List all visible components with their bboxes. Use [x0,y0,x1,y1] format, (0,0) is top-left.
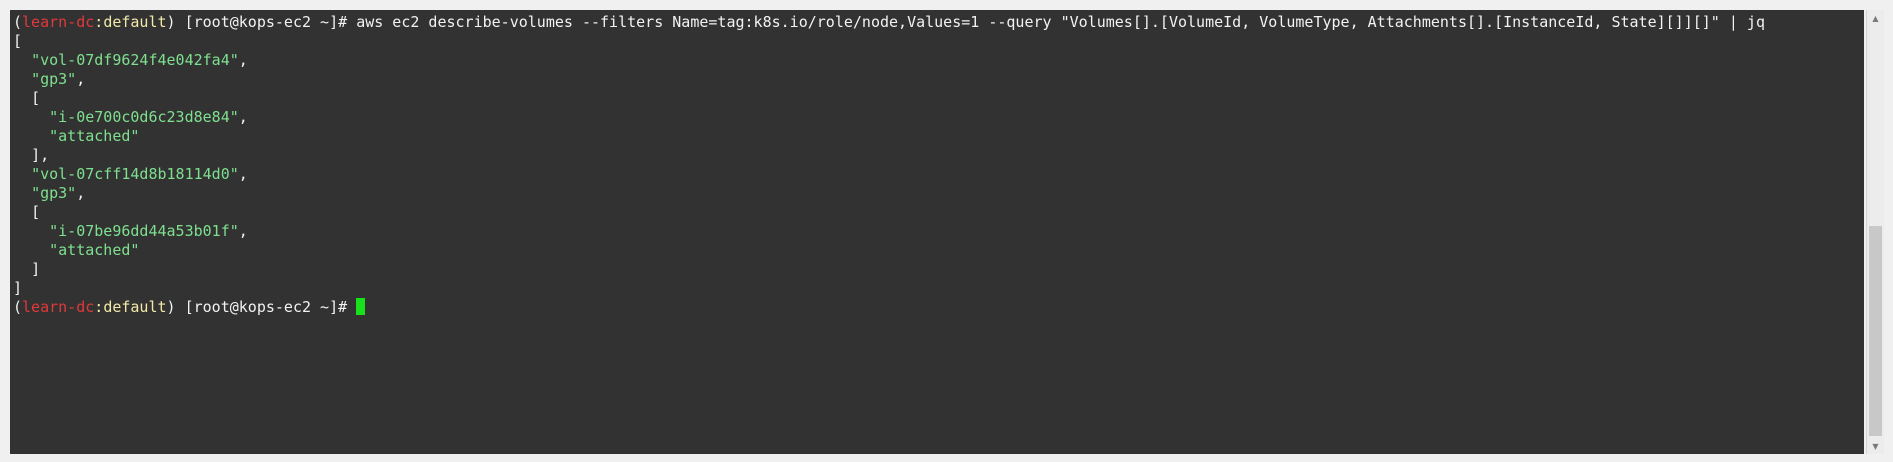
scroll-down-icon[interactable]: ▼ [1867,438,1884,454]
terminal-window: (learn-dc:default) [root@kops-ec2 ~]# aw… [0,0,1893,462]
prompt-namespace: default [103,298,167,316]
json-punctuation: [ [31,203,41,221]
json-line: [ [13,32,1864,51]
json-punctuation: ], [31,146,50,164]
json-line: ], [13,146,1864,165]
json-line: "gp3", [31,70,86,88]
json-string: "vol-07cff14d8b18114d0" [31,165,239,183]
json-line: "vol-07cff14d8b18114d0", [31,165,248,183]
prompt-open-paren: ( [13,13,23,31]
json-line: ] [13,260,1864,279]
text-cursor [356,298,366,315]
json-string: "gp3" [31,184,77,202]
prompt-context: learn-dc [22,298,95,316]
json-line: "i-07be96dd44a53b01f", [49,222,248,240]
json-string: "attached" [49,241,140,259]
json-line: "attached" [13,127,1864,146]
prompt-separator: : [94,298,104,316]
json-line: ] [13,279,1864,298]
command-line: (learn-dc:default) [root@kops-ec2 ~]# aw… [13,13,1864,32]
json-line: "i-0e700c0d6c23d8e84", [49,108,248,126]
json-line: "gp3", [31,184,86,202]
json-line: "vol-07df9624f4e042fa4", [31,51,248,69]
prompt-separator: : [94,13,104,31]
command-text: aws ec2 describe-volumes --filters Name=… [356,13,1765,31]
prompt-user-host: [root@kops-ec2 ~]# [175,13,357,31]
json-punctuation: ] [31,260,41,278]
scroll-up-icon[interactable]: ▲ [1867,10,1884,26]
prompt-line[interactable]: (learn-dc:default) [root@kops-ec2 ~]# [13,298,1864,317]
json-string: "i-07be96dd44a53b01f" [49,222,239,240]
json-string: "i-0e700c0d6c23d8e84" [49,108,239,126]
prompt-namespace: default [103,13,167,31]
json-string: "gp3" [31,70,77,88]
json-line: [ [13,89,1864,108]
json-string: "vol-07df9624f4e042fa4" [31,51,239,69]
vertical-scrollbar[interactable]: ▲ ▼ [1866,10,1884,454]
prompt-close-paren: ) [166,13,176,31]
json-punctuation: ] [13,279,23,297]
scrollbar-thumb[interactable] [1869,226,1882,436]
json-punctuation: [ [31,89,41,107]
json-punctuation: [ [13,32,23,50]
prompt-close-paren: ) [166,298,176,316]
json-string: "attached" [49,127,140,145]
prompt-context: learn-dc [22,13,95,31]
terminal-output[interactable]: (learn-dc:default) [root@kops-ec2 ~]# aw… [10,10,1864,454]
json-line: [ [13,203,1864,222]
json-line: "attached" [13,241,1864,260]
prompt-open-paren: ( [13,298,23,316]
prompt-user-host: [root@kops-ec2 ~]# [175,298,357,316]
